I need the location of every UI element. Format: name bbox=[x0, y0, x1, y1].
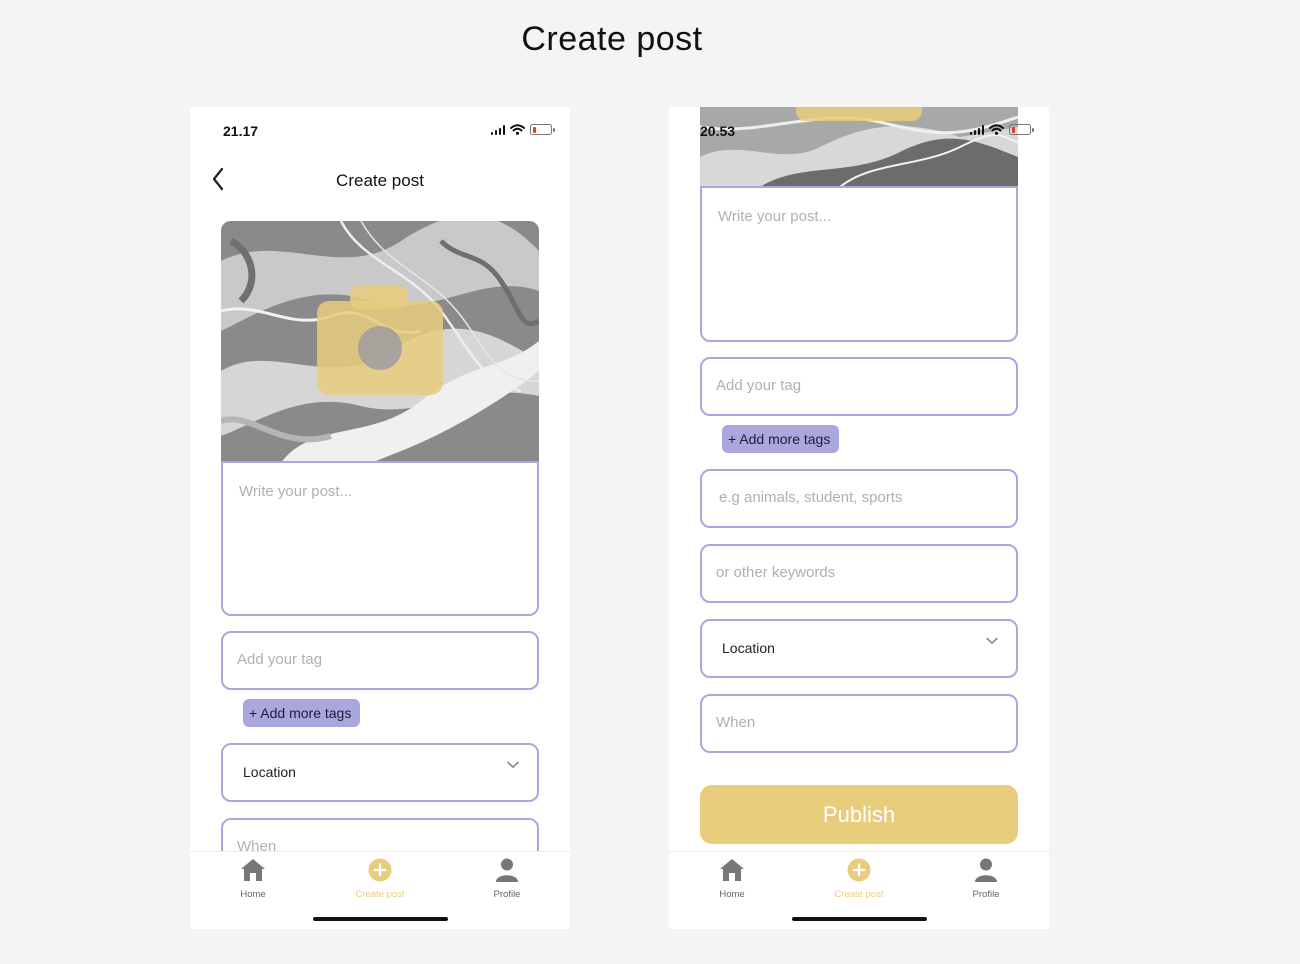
keywords-input[interactable]: e.g animals, student, sports bbox=[700, 469, 1018, 528]
page-title: Create post bbox=[521, 20, 703, 58]
status-time: 21.17 bbox=[223, 123, 259, 139]
battery-icon bbox=[1009, 124, 1034, 135]
signal-icon bbox=[490, 124, 505, 135]
bottom-nav: Home Create post Profile bbox=[669, 851, 1049, 929]
post-placeholder: Write your post... bbox=[239, 483, 353, 500]
status-icons bbox=[969, 124, 1034, 135]
phone-screen-create-post-scrolled: 20.53 Write your post... Add your tag + … bbox=[669, 107, 1049, 929]
photo-upload[interactable] bbox=[221, 221, 539, 463]
nav-create-post-label: Create post bbox=[355, 889, 405, 900]
location-select[interactable]: Location bbox=[700, 619, 1018, 678]
signal-icon bbox=[969, 124, 984, 135]
user-icon bbox=[496, 858, 518, 882]
location-label: Location bbox=[722, 640, 775, 656]
phone-screen-create-post: 21.17 Create post Write your post... Add… bbox=[190, 107, 570, 929]
home-icon bbox=[241, 859, 265, 881]
plus-circle-icon bbox=[368, 858, 392, 882]
status-bar: 21.17 bbox=[190, 107, 570, 157]
add-more-tags-button[interactable]: + Add more tags bbox=[243, 699, 360, 727]
when-input[interactable]: When bbox=[700, 694, 1018, 753]
other-keywords-input[interactable]: or other keywords bbox=[700, 544, 1018, 603]
keywords-placeholder: e.g animals, student, sports bbox=[719, 489, 903, 506]
tag-placeholder: Add your tag bbox=[716, 377, 802, 394]
wifi-icon bbox=[510, 124, 525, 135]
location-label: Location bbox=[243, 764, 296, 780]
other-keywords-placeholder: or other keywords bbox=[716, 564, 836, 581]
wifi-icon bbox=[989, 124, 1004, 135]
home-indicator bbox=[313, 917, 448, 921]
home-icon bbox=[720, 859, 744, 881]
nav-create-post[interactable]: Create post bbox=[819, 858, 899, 900]
when-placeholder: When bbox=[716, 714, 756, 731]
post-textarea[interactable]: Write your post... bbox=[221, 461, 539, 616]
tag-input[interactable]: Add your tag bbox=[700, 357, 1018, 416]
chevron-down-icon bbox=[986, 637, 998, 645]
nav-profile[interactable]: Profile bbox=[467, 858, 547, 900]
status-icons bbox=[490, 124, 555, 135]
nav-home[interactable]: Home bbox=[213, 858, 293, 900]
add-more-tags-button[interactable]: + Add more tags bbox=[722, 425, 839, 453]
user-icon bbox=[975, 858, 997, 882]
nav-create-post[interactable]: Create post bbox=[340, 858, 420, 900]
chevron-down-icon bbox=[507, 761, 519, 769]
publish-button[interactable]: Publish bbox=[700, 785, 1018, 844]
status-bar: 20.53 bbox=[669, 107, 1049, 157]
nav-profile[interactable]: Profile bbox=[946, 858, 1026, 900]
home-indicator bbox=[792, 917, 927, 921]
nav-home[interactable]: Home bbox=[692, 858, 772, 900]
tag-placeholder: Add your tag bbox=[237, 651, 323, 668]
camera-icon bbox=[317, 285, 443, 395]
nav-profile-label: Profile bbox=[493, 889, 521, 900]
tag-input[interactable]: Add your tag bbox=[221, 631, 539, 690]
nav-create-post-label: Create post bbox=[834, 889, 884, 900]
nav-home-label: Home bbox=[719, 889, 745, 900]
status-time: 20.53 bbox=[700, 123, 736, 139]
post-textarea[interactable]: Write your post... bbox=[700, 186, 1018, 342]
post-placeholder: Write your post... bbox=[718, 208, 832, 225]
header: Create post bbox=[190, 162, 570, 202]
location-select[interactable]: Location bbox=[221, 743, 539, 802]
battery-icon bbox=[530, 124, 555, 135]
plus-circle-icon bbox=[847, 858, 871, 882]
nav-home-label: Home bbox=[240, 889, 266, 900]
header-title: Create post bbox=[336, 171, 424, 190]
nav-profile-label: Profile bbox=[972, 889, 1000, 900]
bottom-nav: Home Create post Profile bbox=[190, 851, 570, 929]
